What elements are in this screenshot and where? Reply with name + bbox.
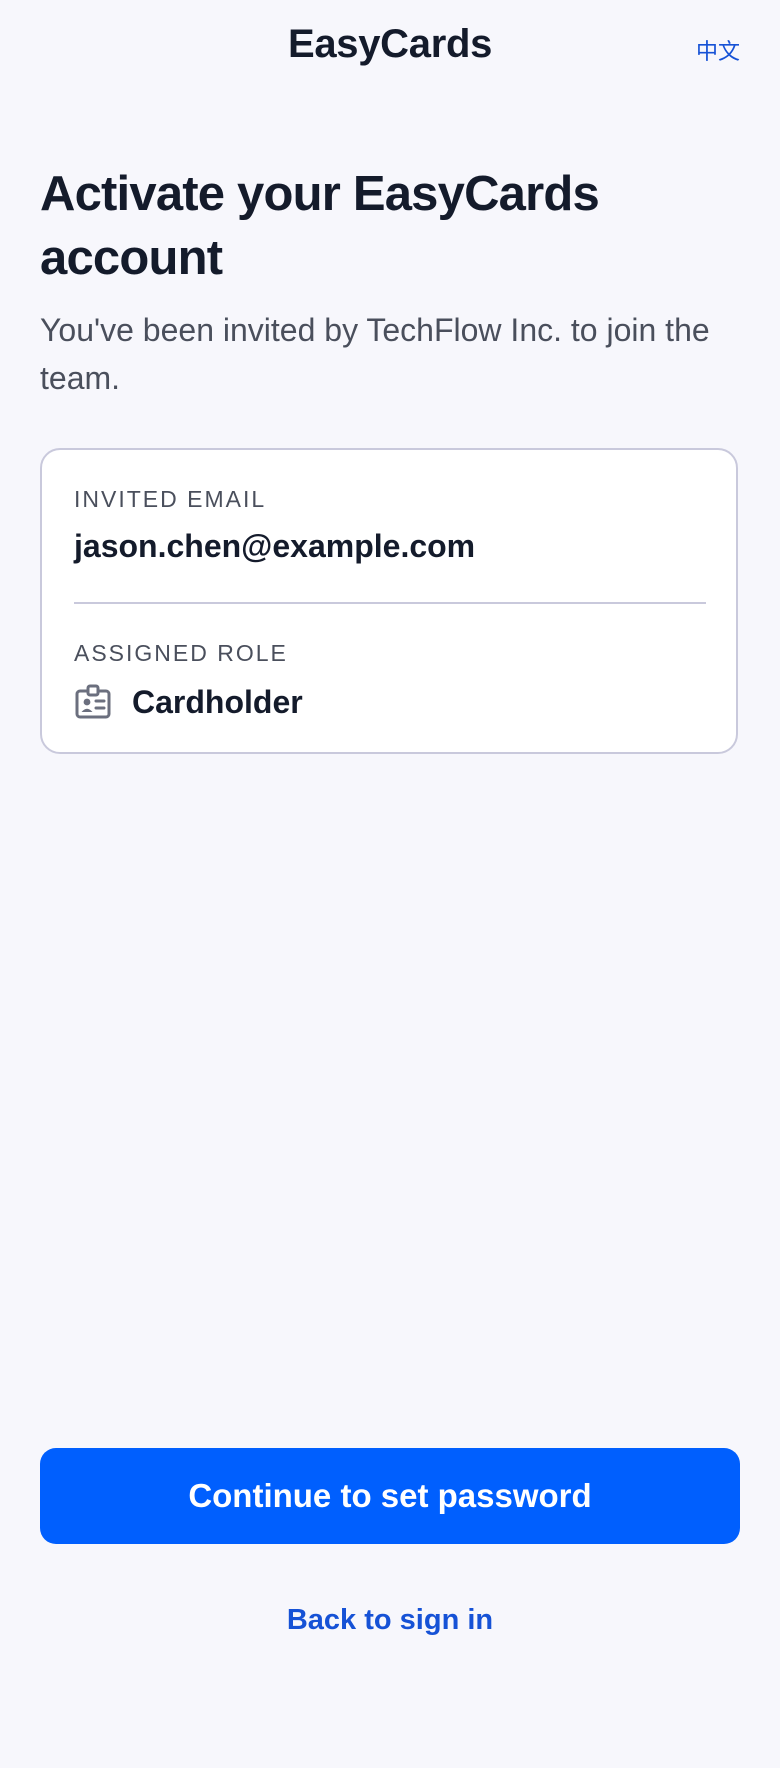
continue-to-set-password-button[interactable]: Continue to set password	[40, 1448, 740, 1544]
invite-subtitle: You've been invited by TechFlow Inc. to …	[40, 312, 710, 396]
assigned-role-value: Cardholder	[132, 683, 303, 720]
assigned-role-row: Cardholder	[74, 682, 303, 722]
card-divider	[74, 602, 706, 604]
assigned-role-label: ASSIGNED ROLE	[74, 640, 288, 666]
header-bar: EasyCards 中文	[0, 0, 780, 96]
invited-email-value: jason.chen@example.com	[74, 528, 476, 564]
back-to-sign-in-link[interactable]: Back to sign in	[0, 1604, 780, 1637]
invited-email-label: INVITED EMAIL	[74, 486, 267, 512]
language-toggle[interactable]: 中文	[696, 34, 740, 66]
invite-details-card: INVITED EMAIL jason.chen@example.com ASS…	[40, 448, 738, 754]
app-title: EasyCards	[287, 22, 493, 66]
id-badge-icon	[74, 683, 112, 721]
page-title: Activate your EasyCards account	[40, 167, 600, 285]
